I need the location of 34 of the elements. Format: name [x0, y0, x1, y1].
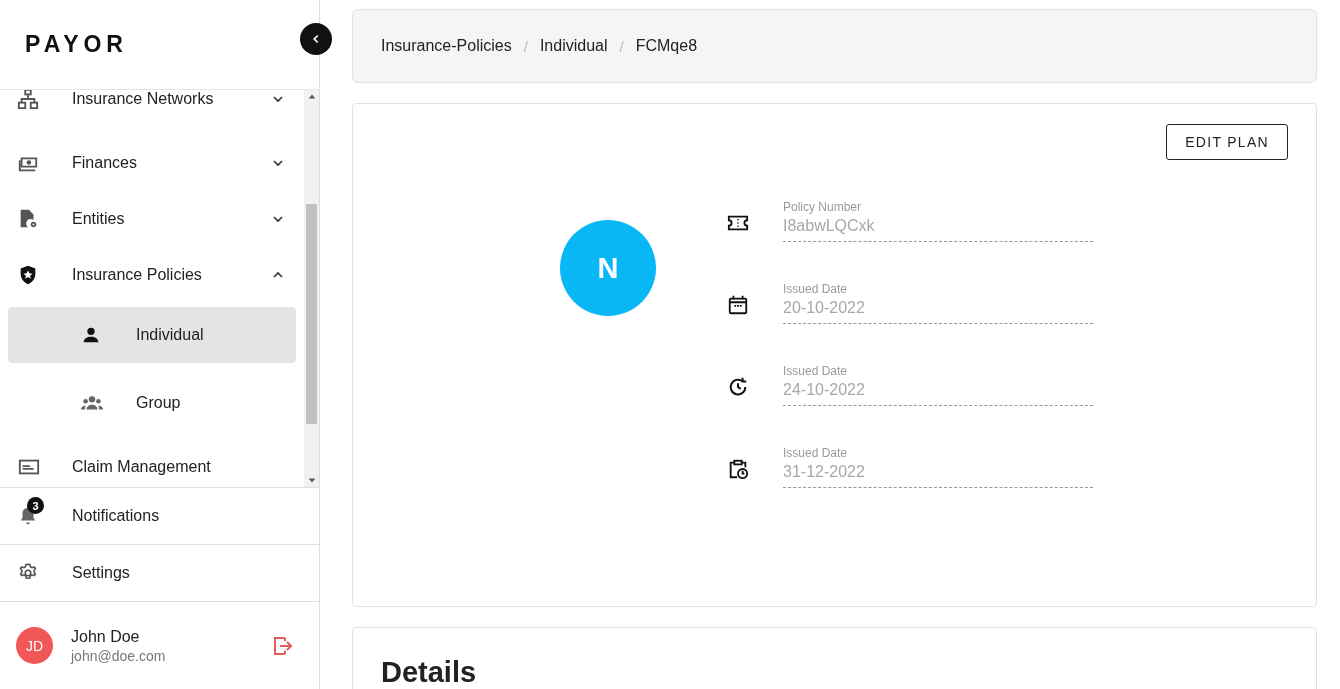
read-only-field: Policy Number I8abwLQCxk [783, 200, 1093, 242]
nav-item[interactable]: Finances [0, 135, 304, 191]
clock-refresh-icon [727, 376, 749, 398]
sidebar-footer-item[interactable]: Settings [0, 545, 319, 602]
nav-item[interactable]: Insurance Policies [0, 247, 304, 303]
clipboard-clock-icon [727, 458, 749, 480]
nav-item[interactable]: Insurance Networks [0, 90, 304, 127]
collapse-sidebar-button[interactable] [300, 23, 332, 55]
read-only-field: Issued Date 24-10-2022 [783, 364, 1093, 406]
scroll-down-arrow-icon[interactable] [307, 476, 316, 484]
breadcrumb-separator: / [523, 37, 528, 55]
read-only-field: Issued Date 20-10-2022 [783, 282, 1093, 324]
sidebar-footer-item[interactable]: 3 Notifications [0, 488, 319, 545]
details-title: Details [381, 656, 478, 689]
calendar-icon [727, 294, 749, 316]
policy-avatar: N [560, 220, 656, 316]
breadcrumb-link[interactable]: FCMqe8 [635, 37, 698, 55]
nav-subitem[interactable]: Individual [8, 307, 296, 363]
nav-item[interactable]: Claim Management [0, 439, 304, 487]
edit-plan-button[interactable]: EDIT PLAN [1166, 124, 1288, 160]
nav-subitem[interactable]: Group [8, 375, 296, 431]
breadcrumb-link[interactable]: Insurance-Policies [381, 37, 512, 55]
nav-item[interactable]: Entities [0, 191, 304, 247]
network-icon [17, 90, 39, 110]
scroll-up-arrow-icon[interactable] [307, 93, 316, 101]
scrollbar[interactable] [304, 90, 319, 487]
user-avatar: JD [16, 627, 53, 664]
logo: PAYOR [25, 31, 128, 58]
notification-count-badge: 3 [27, 497, 44, 514]
read-only-field: Issued Date 31-12-2022 [783, 446, 1093, 488]
breadcrumb-separator: / [619, 37, 624, 55]
user-name: John Doe [71, 627, 141, 646]
user-email: john@doe.com [71, 647, 167, 664]
breadcrumb-link[interactable]: Individual [539, 37, 608, 55]
